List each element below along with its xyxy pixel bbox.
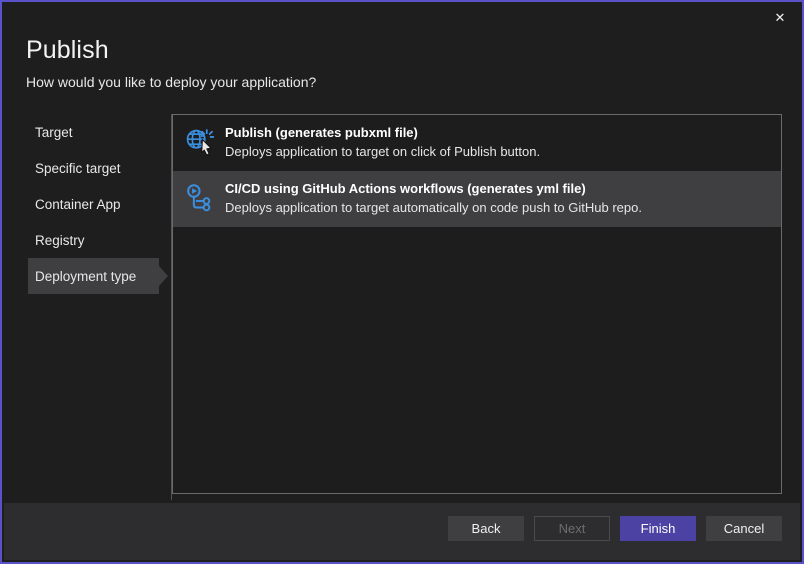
sidebar-item-arrow — [159, 230, 168, 250]
sidebar-item-label: Registry — [35, 233, 85, 248]
sidebar-item-specific-target[interactable]: Specific target — [4, 150, 171, 186]
cancel-button[interactable]: Cancel — [706, 516, 782, 541]
option-title: CI/CD using GitHub Actions workflows (ge… — [225, 180, 769, 197]
option-description: Deploys application to target on click o… — [225, 143, 769, 161]
footer-button-group: Back Next Finish Cancel — [448, 516, 782, 541]
sidebar-item-label: Deployment type — [35, 269, 136, 284]
sidebar-item-arrow — [159, 122, 168, 142]
deployment-type-list: Publish (generates pubxml file) Deploys … — [172, 114, 782, 494]
sidebar-item-label: Container App — [35, 197, 121, 212]
finish-button[interactable]: Finish — [620, 516, 696, 541]
sidebar-item-registry[interactable]: Registry — [4, 222, 171, 258]
sidebar-item-arrow — [159, 266, 168, 286]
option-description: Deploys application to target automatica… — [225, 199, 769, 217]
option-cicd-github-actions[interactable]: CI/CD using GitHub Actions workflows (ge… — [173, 171, 781, 227]
sidebar-item-deployment-type[interactable]: Deployment type — [4, 258, 171, 294]
sidebar-item-arrow — [159, 194, 168, 214]
page-title: Publish — [26, 34, 778, 66]
sidebar-item-arrow — [159, 158, 168, 178]
page-subtitle: How would you like to deploy your applic… — [26, 72, 778, 92]
back-button[interactable]: Back — [448, 516, 524, 541]
sidebar-item-container-app[interactable]: Container App — [4, 186, 171, 222]
sidebar-item-target[interactable]: Target — [4, 114, 171, 150]
close-icon[interactable]: ✕ — [758, 2, 802, 32]
sidebar-item-label: Specific target — [35, 161, 121, 176]
dialog-header: Publish How would you like to deploy you… — [26, 34, 778, 92]
option-text-block: CI/CD using GitHub Actions workflows (ge… — [225, 180, 769, 217]
option-text-block: Publish (generates pubxml file) Deploys … — [225, 124, 769, 161]
cicd-pipeline-icon — [183, 182, 215, 214]
web-publish-icon — [183, 126, 215, 158]
option-publish-pubxml[interactable]: Publish (generates pubxml file) Deploys … — [173, 115, 781, 171]
dialog-footer: Back Next Finish Cancel — [4, 503, 800, 560]
sidebar-item-label: Target — [35, 125, 73, 140]
wizard-steps-sidebar: Target Specific target Container App Reg… — [4, 114, 171, 500]
title-bar: ✕ — [2, 2, 802, 32]
option-title: Publish (generates pubxml file) — [225, 124, 769, 141]
next-button: Next — [534, 516, 610, 541]
publish-dialog: ✕ Publish How would you like to deploy y… — [0, 0, 804, 564]
